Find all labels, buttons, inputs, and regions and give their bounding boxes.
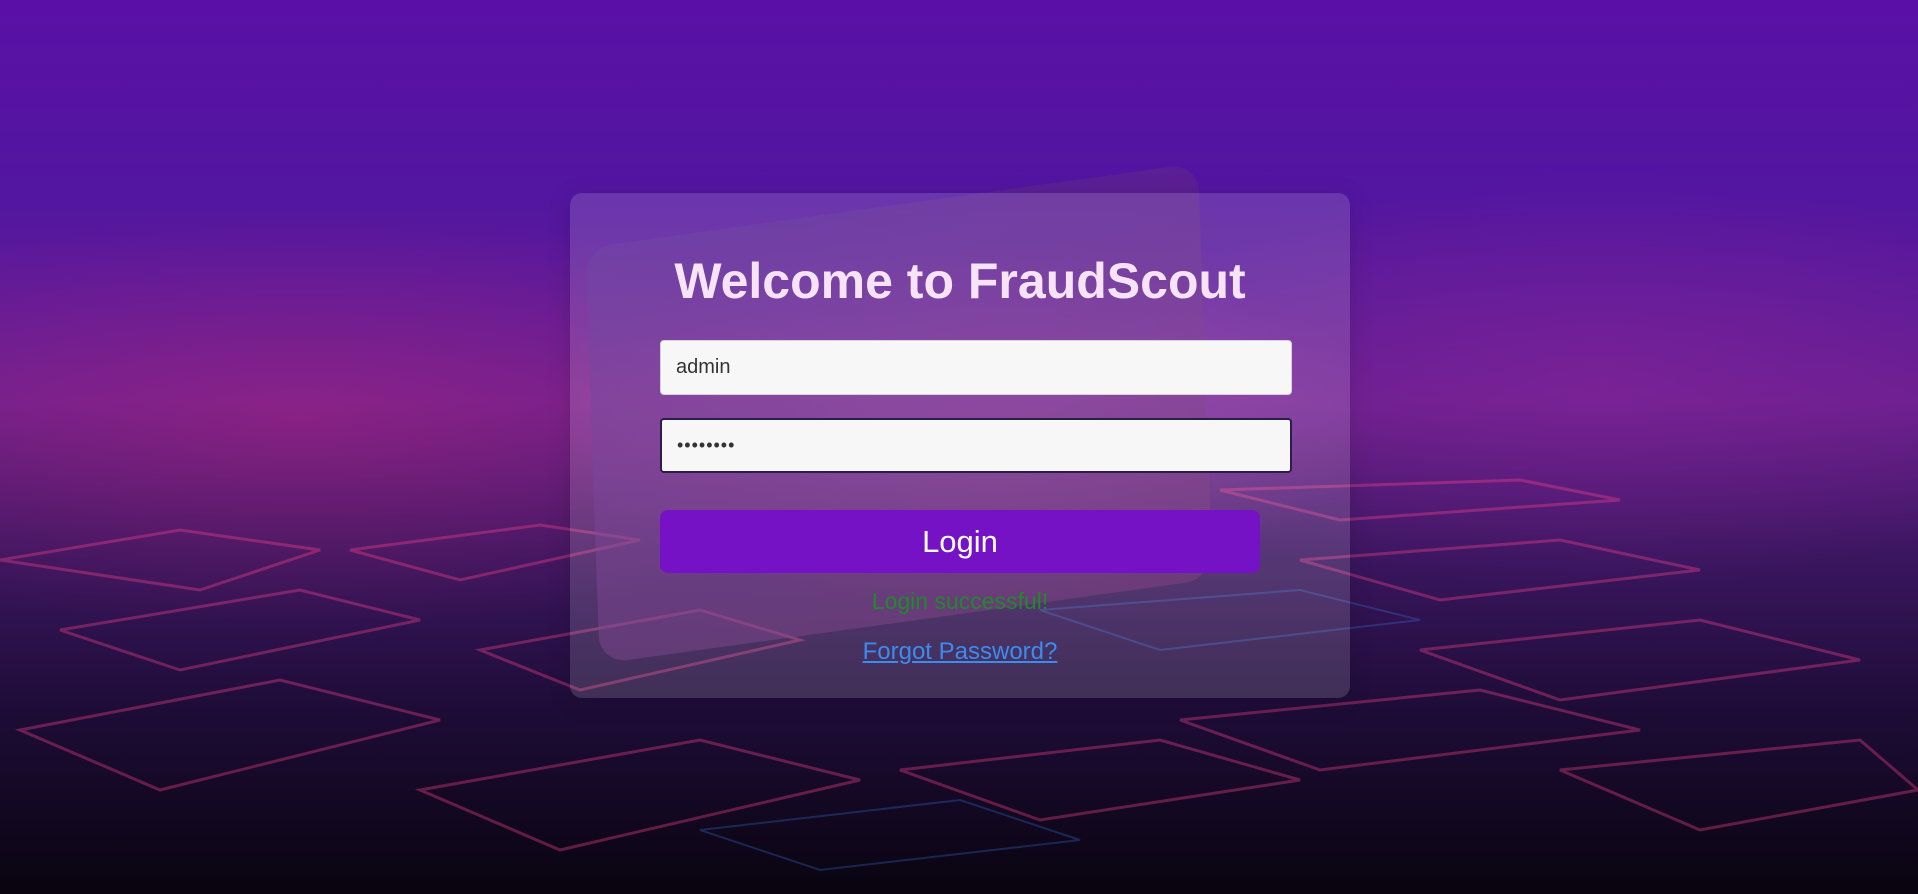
login-status-message: Login successful! (871, 588, 1049, 614)
page-title: Welcome to FraudScout (674, 253, 1246, 309)
forgot-password-link[interactable]: Forgot Password? (660, 638, 1260, 666)
login-button[interactable]: Login (660, 510, 1260, 573)
password-input[interactable] (660, 418, 1292, 473)
username-input[interactable] (660, 340, 1292, 395)
